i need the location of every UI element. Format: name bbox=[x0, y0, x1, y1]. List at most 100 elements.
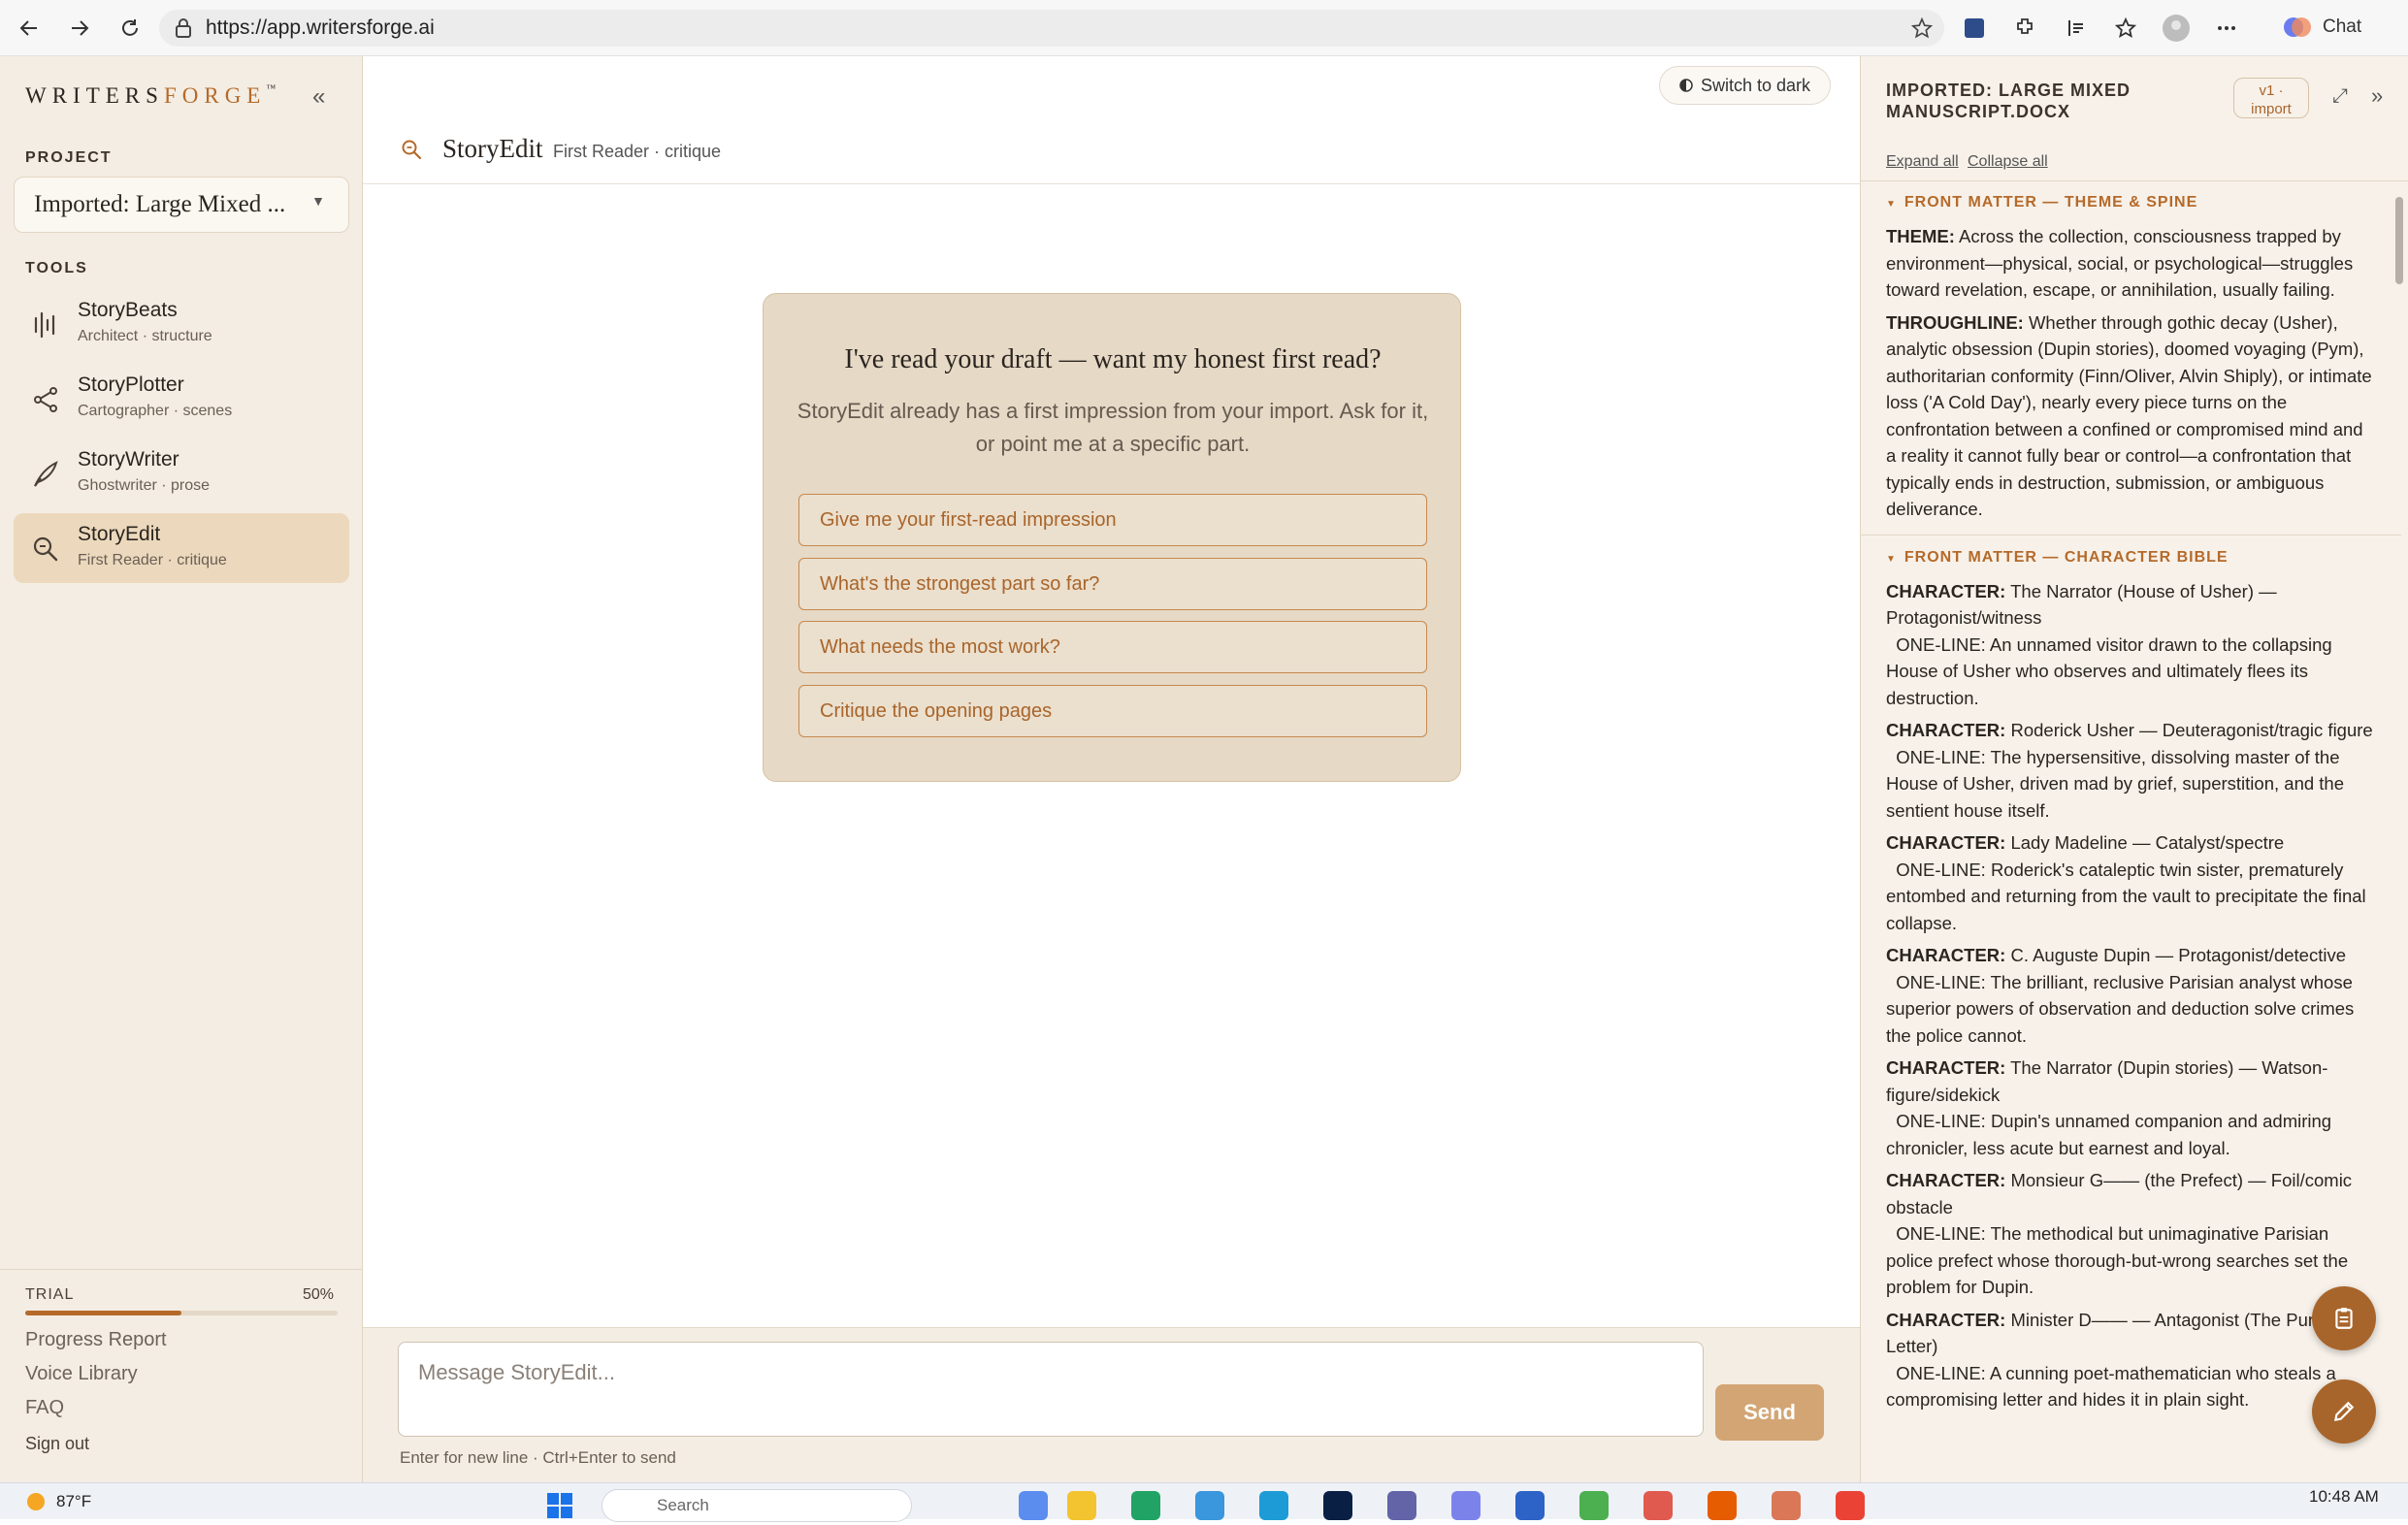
document-title: IMPORTED: LARGE MIXED MANUSCRIPT.DOCX bbox=[1886, 81, 2131, 121]
favorites-icon[interactable] bbox=[2109, 12, 2142, 45]
switch-theme-label: Switch to dark bbox=[1700, 75, 1810, 95]
chrome-icon[interactable] bbox=[1836, 1491, 1865, 1520]
copilot-icon bbox=[2282, 12, 2313, 43]
suggestion-opening-pages-button[interactable]: Critique the opening pages bbox=[798, 685, 1427, 737]
edge-browser-icon[interactable] bbox=[1259, 1491, 1288, 1520]
chevron-down-icon: ▼ bbox=[311, 195, 325, 210]
tool-storybeats[interactable]: StoryBeats Architect · structure bbox=[14, 289, 349, 359]
tool-subtitle: First Reader · critique bbox=[553, 142, 722, 161]
reload-icon[interactable] bbox=[109, 7, 151, 49]
voice-library-link[interactable]: Voice Library bbox=[25, 1363, 138, 1385]
app-blue-icon[interactable] bbox=[1515, 1491, 1545, 1520]
expand-all-link[interactable]: Expand all bbox=[1886, 153, 1959, 171]
taskbar-search[interactable]: Search bbox=[602, 1489, 912, 1522]
character-oneline: ONE-LINE: Dupin's unnamed companion and … bbox=[1886, 1111, 2332, 1158]
sign-out-link[interactable]: Sign out bbox=[25, 1434, 89, 1454]
photoshop-icon[interactable] bbox=[1323, 1491, 1352, 1520]
brand-logo: WRITERSFORGE™ bbox=[25, 83, 276, 109]
collapse-panel-button[interactable]: » bbox=[2371, 83, 2383, 109]
trial-progress-bar bbox=[25, 1311, 338, 1315]
magnifier-icon bbox=[31, 535, 60, 564]
extension-grid-icon[interactable] bbox=[1958, 12, 1991, 45]
collapse-sidebar-button[interactable]: « bbox=[312, 83, 325, 111]
notes-fab-button[interactable] bbox=[2312, 1286, 2376, 1350]
tool-header: StoryEdit First Reader · critique bbox=[363, 114, 1860, 184]
windows-start-icon[interactable] bbox=[545, 1491, 574, 1520]
tool-storyplotter[interactable]: StoryPlotter Cartographer · scenes bbox=[14, 364, 349, 434]
character-entry: CHARACTER: Roderick Usher — Deuteragonis… bbox=[1886, 717, 2376, 824]
card-description: StoryEdit already has a first impression… bbox=[797, 399, 1429, 456]
main-panel: Switch to dark StoryEdit First Reader · … bbox=[363, 56, 1860, 1482]
progress-report-link[interactable]: Progress Report bbox=[25, 1329, 167, 1351]
character-oneline: ONE-LINE: A cunning poet-mathematician w… bbox=[1886, 1362, 2336, 1411]
field-label: CHARACTER: bbox=[1886, 1309, 2006, 1330]
send-button[interactable]: Send bbox=[1715, 1384, 1824, 1441]
character-name: C. Auguste Dupin — Protagonist/detective bbox=[2005, 945, 2346, 965]
message-input[interactable] bbox=[398, 1342, 1704, 1437]
field-label: CHARACTER: bbox=[1886, 1057, 2006, 1078]
field-text: Across the collection, consciousness tra… bbox=[1886, 226, 2354, 300]
section-character-bible-toggle[interactable]: ▼ FRONT MATTER — CHARACTER BIBLE bbox=[1886, 549, 2376, 567]
section-theme-spine-toggle[interactable]: ▼ FRONT MATTER — THEME & SPINE bbox=[1886, 194, 2376, 211]
excel-icon[interactable] bbox=[1131, 1491, 1160, 1520]
site-info-icon[interactable] bbox=[175, 18, 192, 38]
tool-subtitle: Ghostwriter · prose bbox=[78, 477, 211, 494]
sun-icon bbox=[25, 1491, 47, 1512]
app-icon[interactable] bbox=[1195, 1491, 1224, 1520]
profile-avatar-icon[interactable] bbox=[2160, 12, 2193, 45]
character-entry: CHARACTER: Lady Madeline — Catalyst/spec… bbox=[1886, 829, 2376, 936]
trial-label: TRIAL bbox=[25, 1286, 75, 1303]
tool-storywriter[interactable]: StoryWriter Ghostwriter · prose bbox=[14, 438, 349, 508]
composer-hint: Enter for new line · Ctrl+Enter to send bbox=[400, 1448, 676, 1467]
favorite-star-icon[interactable] bbox=[1911, 17, 1933, 39]
panel-divider bbox=[1861, 180, 2408, 181]
magnifier-icon bbox=[400, 138, 423, 161]
faq-link[interactable]: FAQ bbox=[25, 1397, 64, 1419]
file-explorer-icon[interactable] bbox=[1067, 1491, 1096, 1520]
panel-scrollbar[interactable] bbox=[2395, 197, 2403, 284]
app-green-icon[interactable] bbox=[1579, 1491, 1609, 1520]
edit-fab-button[interactable] bbox=[2312, 1379, 2376, 1444]
first-read-prompt-card: I've read your draft — want my honest fi… bbox=[763, 293, 1461, 782]
copilot-chat-button[interactable]: Chat bbox=[2282, 12, 2361, 43]
media-icon[interactable] bbox=[2059, 12, 2092, 45]
suggestion-needs-work-button[interactable]: What needs the most work? bbox=[798, 621, 1427, 673]
field-label: THROUGHLINE: bbox=[1886, 311, 2024, 333]
suggestion-first-read-button[interactable]: Give me your first-read impression bbox=[798, 494, 1427, 546]
tool-title: StoryEdit bbox=[442, 134, 543, 163]
people-icon[interactable] bbox=[1451, 1491, 1481, 1520]
tool-name: StoryEdit bbox=[78, 523, 161, 545]
project-select[interactable]: Imported: Large Mixed ... ▼ bbox=[14, 177, 349, 233]
expand-icon[interactable]: ⤢ bbox=[2332, 85, 2348, 108]
weather-widget[interactable]: 87°F bbox=[25, 1491, 91, 1512]
chat-label: Chat bbox=[2323, 16, 2362, 37]
version-badge[interactable]: v1 · import bbox=[2233, 78, 2309, 118]
forward-arrow-icon[interactable] bbox=[58, 7, 101, 49]
switch-theme-button[interactable]: Switch to dark bbox=[1658, 66, 1831, 105]
teams-icon[interactable] bbox=[1387, 1491, 1416, 1520]
back-arrow-icon[interactable] bbox=[8, 7, 50, 49]
pencil-icon bbox=[2331, 1399, 2357, 1424]
theme-paragraph: THEME: Across the collection, consciousn… bbox=[1886, 223, 2376, 304]
extensions-puzzle-icon[interactable] bbox=[2008, 12, 2041, 45]
project-select-value: Imported: Large Mixed ... bbox=[34, 191, 286, 217]
suggestion-strongest-part-button[interactable]: What's the strongest part so far? bbox=[798, 558, 1427, 610]
claude-icon[interactable] bbox=[1772, 1491, 1801, 1520]
app-red-icon[interactable] bbox=[1643, 1491, 1673, 1520]
brand-accent: FORGE bbox=[163, 83, 267, 108]
address-bar[interactable]: https://app.writersforge.ai bbox=[159, 10, 1944, 47]
tool-name: StoryPlotter bbox=[78, 373, 184, 396]
more-menu-icon[interactable] bbox=[2210, 12, 2243, 45]
character-entry: CHARACTER: The Narrator (Dupin stories) … bbox=[1886, 1055, 2376, 1161]
tool-storyedit[interactable]: StoryEdit First Reader · critique bbox=[14, 513, 349, 583]
manuscript-panel: IMPORTED: LARGE MIXED MANUSCRIPT.DOCX v1… bbox=[1860, 56, 2408, 1482]
app-copilot-icon[interactable] bbox=[1019, 1491, 1048, 1520]
sidebar-footer-divider bbox=[0, 1269, 363, 1270]
clipboard-icon bbox=[2331, 1306, 2357, 1331]
tools-label: TOOLS bbox=[25, 260, 88, 276]
document-outline: ▼ FRONT MATTER — THEME & SPINE THEME: Acr… bbox=[1861, 194, 2401, 1419]
project-label: PROJECT bbox=[25, 149, 113, 166]
brand-main: WRITERS bbox=[25, 83, 164, 108]
collapse-all-link[interactable]: Collapse all bbox=[1968, 153, 2048, 171]
app-orange-icon[interactable] bbox=[1708, 1491, 1737, 1520]
